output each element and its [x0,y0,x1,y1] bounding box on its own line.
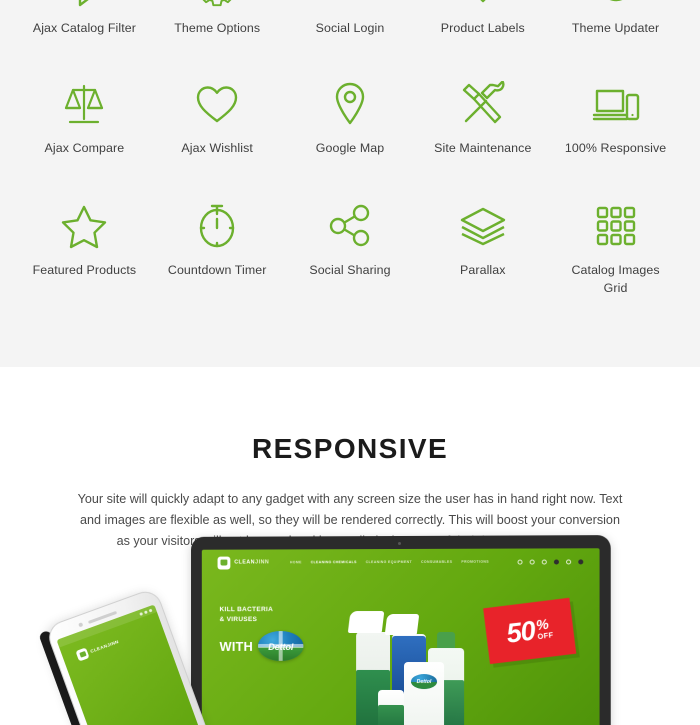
feature-label: Theme Options [174,21,261,35]
feature-label: Catalog Images Grid [571,263,660,295]
responsive-section: RESPONSIVE Your site will quickly adapt … [0,367,700,725]
balance-scales-icon [62,78,106,130]
feature-ajax-catalog-filter[interactable]: Ajax Catalog Filter [18,0,151,58]
feature-label: Social Login [315,21,385,35]
logo-prefix: CLEAN [234,559,256,566]
hammer-wrench-icon [460,78,506,130]
status-dot-icon [139,611,143,616]
feature-social-sharing[interactable]: Social Sharing [284,200,417,300]
phone-camera-icon [78,622,84,628]
logo-prefix: CLEAN [89,643,109,654]
dettol-logo-small: Dettol [410,674,438,690]
price-tag-icon [460,0,506,10]
feature-ajax-compare[interactable]: Ajax Compare [18,78,151,178]
feature-featured-products[interactable]: Featured Products [18,200,151,300]
feature-label: Featured Products [32,263,137,277]
cart-icon[interactable] [566,558,572,564]
share-nodes-icon [327,200,373,252]
laptop-camera-icon [397,541,401,546]
cart-count-badge[interactable] [578,558,584,564]
logo-text: CLEANJINN [234,559,269,565]
heart-icon [194,78,240,130]
phone-mockup: CLEANJINN [38,582,221,725]
feature-site-maintenance[interactable]: Site Maintenance [416,78,549,178]
menu-item-promotions[interactable]: PROMOTIONS [461,560,489,564]
feature-label: Ajax Catalog Filter [32,21,136,35]
device-mockups: CLEANJINN HOME CLEANING CHEMICALS CLEANI… [0,517,700,725]
preview-hero-copy: KILL BACTERIA & VIRUSES WITH Dettol [220,605,349,661]
feature-100-responsive[interactable]: 100% Responsive [549,78,682,178]
gear-icon [194,0,240,10]
sale-number: 50 [504,614,537,649]
logo-suffix: JINN [255,559,270,566]
feature-label: Ajax Wishlist [181,141,253,155]
menu-item-cleaning-equipment[interactable]: CLEANING EQUIPMENT [366,560,412,564]
compare-icon[interactable] [553,558,559,565]
features-section: Ajax Catalog Filter Theme Options Social… [0,0,700,367]
layers-icon [459,200,507,252]
search-icon[interactable] [517,559,523,565]
star-outline-icon [60,200,108,252]
menu-item-cleaning-chemicals[interactable]: CLEANING CHEMICALS [311,560,357,564]
feature-theme-updater[interactable]: Theme Updater [549,0,682,58]
status-dot-icon [148,608,153,613]
feature-theme-options[interactable]: Theme Options [151,0,284,58]
feature-label: Countdown Timer [167,263,267,277]
hero-kicker-line1: KILL BACTERIA [219,606,274,614]
stopwatch-icon [196,200,238,252]
thumbs-up-icon [329,0,371,10]
feature-row-3: Featured Products Countdown Timer Social… [18,200,682,300]
product-small-bottle [378,689,404,725]
dettol-brand-text: Dettol [268,640,294,652]
feature-social-login[interactable]: Social Login [284,0,417,58]
menu-item-home[interactable]: HOME [290,560,302,564]
laptop-screen: CLEANJINN HOME CLEANING CHEMICALS CLEANI… [201,548,600,725]
heart-icon[interactable] [541,559,547,565]
preview-toolbar [517,558,584,565]
dettol-logo: Dettol [257,631,304,661]
row-spacer [18,58,682,78]
logo-mark-icon [217,556,231,570]
logo-text: CLEANJINN [90,639,120,654]
map-pin-icon [333,78,367,130]
logo-mark-icon [75,647,90,662]
page-title: RESPONSIVE [251,433,449,464]
menu-item-consumables[interactable]: CONSUMABLES [421,560,452,564]
feature-label: Social Sharing [309,263,391,277]
laptop-mockup: CLEANJINN HOME CLEANING CHEMICALS CLEANI… [191,535,611,725]
feature-label: Site Maintenance [434,141,532,155]
product-front-bottle: Dettol [403,662,445,725]
feature-product-labels[interactable]: Product Labels [416,0,549,58]
sale-suffix: % OFF [535,616,555,642]
feature-countdown-timer[interactable]: Countdown Timer [151,200,284,300]
feature-label: 100% Responsive [564,141,667,155]
feature-label: Ajax Compare [44,141,125,155]
user-icon[interactable] [529,559,535,565]
grid-3x3-icon [595,200,637,252]
feature-row-2: Ajax Compare Ajax Wishlist Google Map Si… [18,78,682,178]
refresh-circle-icon [593,0,639,10]
laptop-phone-icon [592,78,640,130]
preview-site-navbar: CLEANJINN HOME CLEANING CHEMICALS CLEANI… [202,548,600,575]
feature-row-1: Ajax Catalog Filter Theme Options Social… [18,0,682,58]
feature-parallax[interactable]: Parallax [416,200,549,300]
feature-catalog-images-grid[interactable]: Catalog Images Grid [549,200,682,300]
feature-label: Theme Updater [571,21,660,35]
feature-label: Product Labels [440,21,525,35]
feature-label: Parallax [460,263,506,277]
sale-off-label: OFF [536,630,555,642]
hero-brand-line: WITH Dettol [220,631,349,661]
feature-google-map[interactable]: Google Map [284,78,417,178]
funnel-filter-icon [62,0,106,10]
hero-kicker-line2: & VIRUSES [219,615,258,623]
logo-suffix: JINN [106,639,120,648]
preview-menu: HOME CLEANING CHEMICALS CLEANING EQUIPME… [290,560,489,565]
feature-ajax-wishlist[interactable]: Ajax Wishlist [151,78,284,178]
status-dot-icon [143,609,148,614]
hero-with-label: WITH [219,638,254,654]
row-spacer [18,178,682,200]
preview-site-logo[interactable]: CLEANJINN [217,556,269,570]
sale-badge: 50 % OFF [483,597,577,665]
feature-label: Google Map [315,141,385,155]
